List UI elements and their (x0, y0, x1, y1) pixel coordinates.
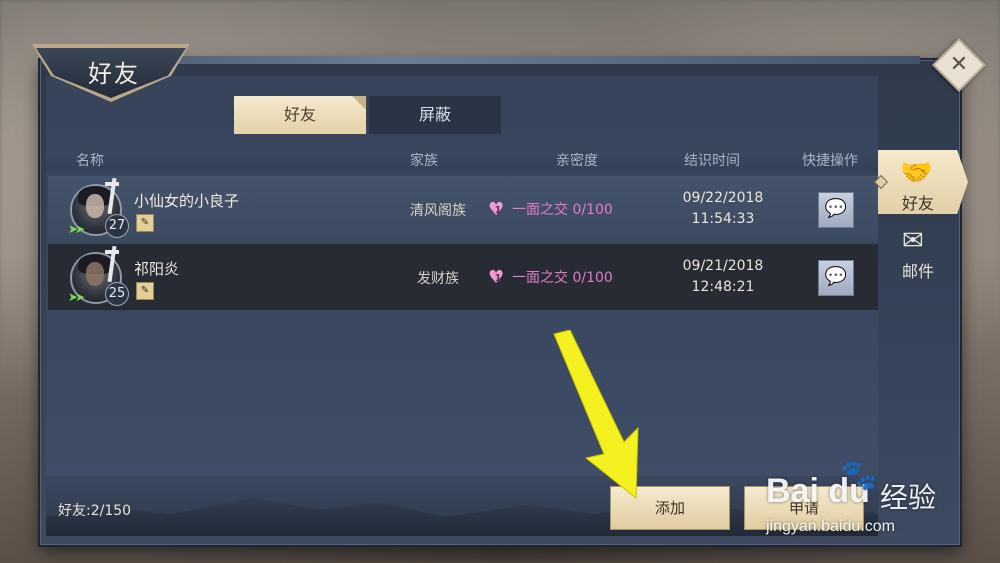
intimacy-text: 一面之交 0/100 (512, 270, 613, 286)
heart-icon: ♥ 1 (488, 269, 508, 287)
close-icon[interactable]: ✕ (940, 46, 978, 84)
friend-name: 小仙女的小良子 (134, 192, 240, 210)
table-row[interactable]: ➤➤ 25 ✎ 祁阳炎 发财族 ♥ 1 一面之交 0/100 09/21/2018 … (48, 244, 878, 310)
friend-met-time: 09/21/2018 12:48:21 (668, 256, 778, 298)
yellow-arrow-annotation (553, 330, 639, 500)
heart-icon: ♥ 1 (488, 201, 508, 219)
intimacy-text: 一面之交 0/100 (512, 202, 613, 218)
heart-level: 1 (494, 205, 502, 216)
table-row[interactable]: ➤➤ 27 ✎ 小仙女的小良子 清风阁族 ♥ 1 一面之交 0/100 09/22/… (48, 176, 878, 242)
column-header-met-time: 结识时间 (684, 153, 740, 169)
avatar-face (86, 262, 104, 286)
note-icon[interactable]: ✎ (136, 282, 154, 300)
page-title: 好友 (88, 60, 140, 88)
tab-blocked[interactable]: 屏蔽 (369, 96, 501, 134)
arrow-shape (553, 330, 639, 500)
tab-bar: 好友 屏蔽 (234, 96, 501, 134)
friend-name: 祁阳炎 (134, 260, 180, 278)
met-clock: 12:48:21 (691, 279, 755, 295)
avatar-face (86, 194, 104, 218)
handshake-icon[interactable]: 🤝 (900, 158, 932, 188)
table-header: 名称 家族 亲密度 结识时间 快捷操作 (46, 146, 878, 172)
column-header-intimacy: 亲密度 (556, 153, 598, 169)
note-icon[interactable]: ✎ (136, 214, 154, 232)
chat-button[interactable]: 💬 (818, 192, 854, 228)
met-clock: 11:54:33 (691, 211, 755, 227)
heart-level: 1 (494, 273, 502, 284)
watermark-title: 经验 (880, 481, 937, 514)
side-tab-mail-label[interactable]: 邮件 (902, 258, 934, 282)
chat-bubble-icon: 💬 (824, 266, 848, 287)
paw-icon: 🐾 (840, 458, 878, 493)
friend-intimacy: ♥ 1 一面之交 0/100 (488, 199, 613, 219)
column-header-actions: 快捷操作 (802, 153, 858, 169)
level-badge: 27 (105, 214, 129, 238)
friend-count: 好友:2/150 (58, 503, 132, 519)
chat-button[interactable]: 💬 (818, 260, 854, 296)
met-date: 09/22/2018 (682, 190, 764, 206)
side-tab-friends-label[interactable]: 好友 (902, 190, 934, 214)
mail-icon[interactable]: ✉ (902, 226, 924, 256)
column-header-name: 名称 (76, 153, 104, 169)
friend-clan: 清风阁族 (410, 203, 466, 219)
chat-bubble-icon: 💬 (824, 198, 848, 219)
online-arrows-icon: ➤➤ (68, 290, 85, 304)
online-arrows-icon: ➤➤ (68, 222, 85, 236)
friend-met-time: 09/22/2018 11:54:33 (668, 188, 778, 230)
friend-clan: 发财族 (417, 271, 459, 287)
watermark-url: jingyan.baidu.com (766, 518, 895, 535)
level-badge: 25 (105, 282, 129, 306)
met-date: 09/21/2018 (682, 258, 764, 274)
tab-friends[interactable]: 好友 (234, 96, 366, 134)
column-header-clan: 家族 (410, 153, 438, 169)
friend-intimacy: ♥ 1 一面之交 0/100 (488, 267, 613, 287)
